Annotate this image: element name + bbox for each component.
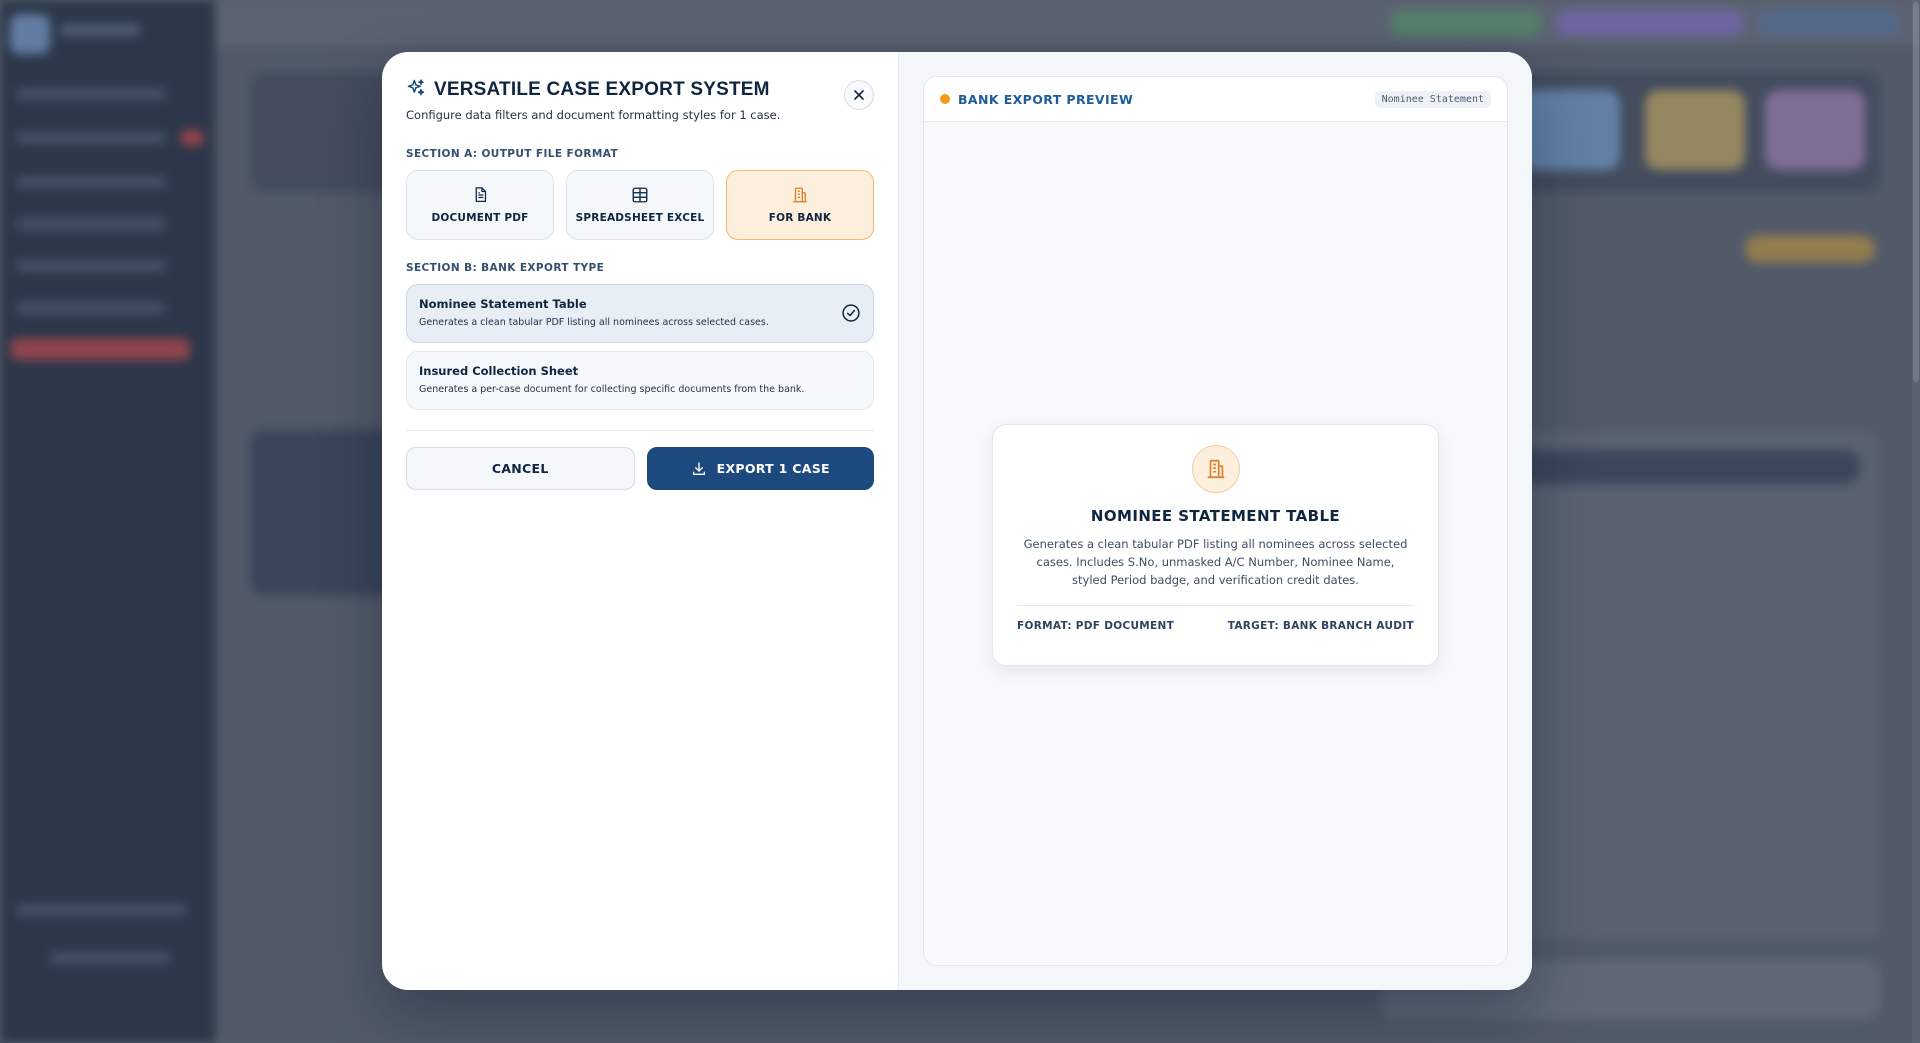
preview-header: BANK EXPORT PREVIEW Nominee Statement (924, 77, 1507, 122)
format-option-excel[interactable]: SPREADSHEET EXCEL (566, 170, 714, 240)
section-b-label: SECTION B: BANK EXPORT TYPE (406, 262, 605, 274)
preview-card-title: NOMINEE STATEMENT TABLE (1090, 507, 1341, 525)
preview-type-tag: Nominee Statement (1374, 90, 1491, 108)
cancel-button-label: CANCEL (491, 461, 549, 476)
preview-body: NOMINEE STATEMENT TABLE Generates a clea… (924, 122, 1507, 965)
format-label-pdf: DOCUMENT PDF (431, 212, 529, 224)
format-option-bank[interactable]: FOR BANK (726, 170, 874, 240)
export-modal: VERSATILE CASE EXPORT SYSTEM Configure d… (382, 52, 1532, 990)
format-label-bank: FOR BANK (768, 212, 832, 224)
bank-building-icon (793, 187, 807, 203)
check-circle-icon (841, 303, 861, 327)
format-option-pdf[interactable]: DOCUMENT PDF (406, 170, 554, 240)
modal-actions: CANCEL EXPORT 1 CASE (406, 447, 874, 490)
cancel-button[interactable]: CANCEL (406, 447, 635, 490)
section-a-label: SECTION A: OUTPUT FILE FORMAT (406, 148, 619, 160)
export-type-options: Nominee Statement Table Generates a clea… (406, 284, 874, 410)
document-icon (475, 187, 486, 203)
actions-divider (406, 430, 874, 431)
option-title: Nominee Statement Table (419, 297, 587, 311)
export-type-nominee-statement[interactable]: Nominee Statement Table Generates a clea… (406, 284, 874, 343)
export-settings-pane: VERSATILE CASE EXPORT SYSTEM Configure d… (382, 52, 899, 990)
export-button[interactable]: EXPORT 1 CASE (646, 447, 874, 490)
download-icon (692, 461, 705, 475)
close-button[interactable] (844, 80, 874, 110)
preview-card-description: Generates a clean tabular PDF listing al… (1023, 537, 1408, 587)
format-label-excel: SPREADSHEET EXCEL (575, 212, 705, 224)
preview-summary-card: NOMINEE STATEMENT TABLE Generates a clea… (992, 424, 1439, 666)
status-dot (940, 94, 950, 104)
table-grid-icon (632, 187, 648, 203)
modal-title: VERSATILE CASE EXPORT SYSTEM (434, 79, 770, 100)
option-title: Insured Collection Sheet (419, 364, 579, 378)
sparkles-icon (406, 78, 426, 102)
export-button-label: EXPORT 1 CASE (716, 461, 830, 476)
bank-building-icon (1191, 445, 1240, 493)
option-description: Generates a clean tabular PDF listing al… (419, 317, 769, 328)
option-description: Generates a per-case document for collec… (419, 384, 805, 395)
modal-subtitle: Configure data filters and document form… (406, 108, 781, 122)
format-options: DOCUMENT PDF SPREADSHEET EXCEL FOR BANK (406, 170, 874, 240)
bank-export-preview: BANK EXPORT PREVIEW Nominee Statement NO… (923, 76, 1508, 966)
preview-pane: BANK EXPORT PREVIEW Nominee Statement NO… (899, 52, 1532, 990)
preview-format: FORMAT: PDF DOCUMENT (1017, 620, 1175, 632)
export-type-insured-collection[interactable]: Insured Collection Sheet Generates a per… (406, 351, 874, 410)
close-icon (854, 90, 864, 100)
preview-title: BANK EXPORT PREVIEW (958, 91, 1134, 107)
preview-card-divider (1017, 605, 1414, 606)
preview-target: TARGET: BANK BRANCH AUDIT (1227, 620, 1414, 632)
